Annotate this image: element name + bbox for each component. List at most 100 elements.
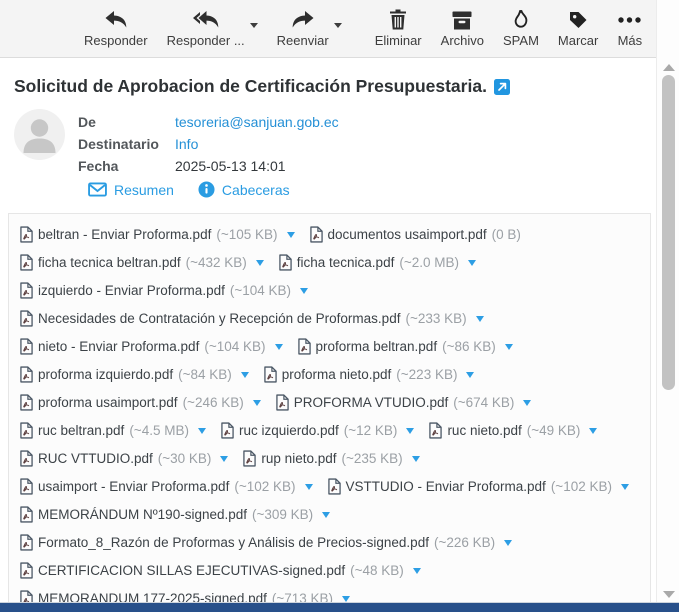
attachment-size: (~674 KB): [453, 395, 514, 410]
attachment-menu-caret-icon[interactable]: [412, 456, 420, 462]
pdf-file-icon: [243, 450, 256, 467]
attachment-item[interactable]: ruc beltran.pdf(~4.5 MB): [20, 422, 206, 439]
attachment-size: (0 B): [492, 227, 521, 242]
attachment-menu-caret-icon[interactable]: [406, 428, 414, 434]
attachment-item[interactable]: nieto - Enviar Proforma.pdf(~104 KB): [20, 338, 283, 355]
attachment-menu-caret-icon[interactable]: [523, 400, 531, 406]
attachment-name[interactable]: RUC VTTUDIO.pdf: [38, 451, 153, 466]
attachment-row: MEMORÁNDUM Nº190-signed.pdf(~309 KB): [20, 500, 639, 528]
attachment-name[interactable]: ruc izquierdo.pdf: [239, 423, 339, 438]
attachment-item[interactable]: usaimport - Enviar Proforma.pdf(~102 KB): [20, 478, 313, 495]
attachment-menu-caret-icon[interactable]: [413, 568, 421, 574]
attachment-name[interactable]: proforma izquierdo.pdf: [38, 367, 173, 382]
dropdown-caret-icon[interactable]: [334, 23, 342, 28]
attachment-item[interactable]: izquierdo - Enviar Proforma.pdf (~104 KB): [20, 282, 308, 299]
scroll-down-arrow-icon[interactable]: [663, 591, 675, 598]
attachment-item[interactable]: ficha tecnica beltran.pdf(~432 KB): [20, 254, 264, 271]
attachment-name[interactable]: ficha tecnica beltran.pdf: [38, 255, 181, 270]
attachment-item[interactable]: ruc izquierdo.pdf (~12 KB): [221, 422, 414, 439]
attachment-menu-caret-icon[interactable]: [621, 484, 629, 490]
attachment-item[interactable]: Necesidades de Contratación y Recepción …: [20, 310, 484, 327]
attachment-item[interactable]: proforma nieto.pdf(~223 KB): [264, 366, 475, 383]
pdf-file-icon: [20, 282, 33, 299]
attachment-menu-caret-icon[interactable]: [476, 316, 484, 322]
attachment-menu-caret-icon[interactable]: [287, 232, 295, 238]
attachment-item[interactable]: ficha tecnica.pdf (~2.0 MB): [279, 254, 476, 271]
attachment-item[interactable]: RUC VTTUDIO.pdf(~30 KB): [20, 450, 228, 467]
attachment-menu-caret-icon[interactable]: [220, 456, 228, 462]
attachment-menu-caret-icon[interactable]: [241, 372, 249, 378]
attachment-name[interactable]: proforma nieto.pdf: [282, 367, 392, 382]
attachment-name[interactable]: proforma beltran.pdf: [316, 339, 438, 354]
attachment-item[interactable]: proforma usaimport.pdf(~246 KB): [20, 394, 261, 411]
attachment-name[interactable]: rup nieto.pdf: [261, 451, 336, 466]
attachment-menu-caret-icon[interactable]: [466, 372, 474, 378]
attachment-item[interactable]: Formato_8_Razón de Proformas y Análisis …: [20, 534, 512, 551]
attachment-menu-caret-icon[interactable]: [589, 428, 597, 434]
attachment-name[interactable]: Formato_8_Razón de Proformas y Análisis …: [38, 535, 429, 550]
sender-address-link[interactable]: tesoreria@sanjuan.gob.ec: [175, 114, 339, 130]
attachment-name[interactable]: VSTTUDIO - Enviar Proforma.pdf: [346, 479, 546, 494]
attachment-item[interactable]: proforma izquierdo.pdf(~84 KB): [20, 366, 249, 383]
attachment-menu-caret-icon[interactable]: [322, 512, 330, 518]
attachment-menu-caret-icon[interactable]: [198, 428, 206, 434]
attachment-name[interactable]: ficha tecnica.pdf: [297, 255, 395, 270]
toolbar-group: Más: [617, 9, 642, 48]
attachment-item[interactable]: rup nieto.pdf(~235 KB): [243, 450, 419, 467]
attachment-name[interactable]: usaimport - Enviar Proforma.pdf: [38, 479, 229, 494]
attachment-menu-caret-icon[interactable]: [504, 540, 512, 546]
attachment-size: (~104 KB): [230, 283, 291, 298]
attachment-size: (~12 KB): [344, 423, 398, 438]
attachment-menu-caret-icon[interactable]: [505, 344, 513, 350]
pdf-file-icon: [20, 450, 33, 467]
attachment-name[interactable]: nieto - Enviar Proforma.pdf: [38, 339, 199, 354]
toolbar-group: Archivo: [441, 9, 484, 48]
attachment-name[interactable]: ruc nieto.pdf: [447, 423, 521, 438]
attachment-item[interactable]: ruc nieto.pdf(~49 KB): [429, 422, 597, 439]
attachment-row: nieto - Enviar Proforma.pdf(~104 KB) prof…: [20, 332, 639, 360]
headers-toggle[interactable]: Cabeceras: [198, 181, 290, 198]
attachment-menu-caret-icon[interactable]: [468, 260, 476, 266]
attachment-menu-caret-icon[interactable]: [275, 344, 283, 350]
toolbar-button-archivo[interactable]: Archivo: [441, 9, 484, 48]
toolbar-button-responder[interactable]: Responder ...: [167, 9, 245, 48]
attachment-item[interactable]: CERTIFICACION SILLAS EJECUTIVAS-signed.p…: [20, 562, 421, 579]
toolbar-button-marcar[interactable]: Marcar: [558, 9, 598, 48]
attachment-row: proforma izquierdo.pdf(~84 KB) proforma n…: [20, 360, 639, 388]
attachment-item[interactable]: documentos usaimport.pdf (0 B): [310, 226, 521, 243]
attachment-menu-caret-icon[interactable]: [253, 400, 261, 406]
attachment-name[interactable]: CERTIFICACION SILLAS EJECUTIVAS-signed.p…: [38, 563, 345, 578]
toolbar-button-reenviar[interactable]: Reenviar: [277, 9, 329, 48]
attachment-name[interactable]: documentos usaimport.pdf: [328, 227, 487, 242]
toolbar-button-más[interactable]: Más: [617, 9, 642, 48]
dropdown-caret-icon[interactable]: [250, 23, 258, 28]
attachment-item[interactable]: VSTTUDIO - Enviar Proforma.pdf(~102 KB): [328, 478, 629, 495]
attachment-item[interactable]: beltran - Enviar Proforma.pdf(~105 KB): [20, 226, 295, 243]
attachment-item[interactable]: proforma beltran.pdf(~86 KB): [298, 338, 513, 355]
recipient-link[interactable]: Info: [175, 136, 198, 152]
attachment-size: (~2.0 MB): [399, 255, 459, 270]
attachment-name[interactable]: proforma usaimport.pdf: [38, 395, 178, 410]
toolbar-button-responder[interactable]: Responder: [84, 9, 148, 48]
attachment-item[interactable]: PROFORMA VTUDIO.pdf (~674 KB): [276, 394, 532, 411]
attachment-row: ruc beltran.pdf(~4.5 MB) ruc izquierdo.pd…: [20, 416, 639, 444]
toolbar-group: Reenviar: [277, 9, 342, 48]
attachment-name[interactable]: izquierdo - Enviar Proforma.pdf: [38, 283, 225, 298]
scroll-up-arrow-icon[interactable]: [663, 64, 675, 71]
attachment-name[interactable]: ruc beltran.pdf: [38, 423, 124, 438]
attachment-name[interactable]: Necesidades de Contratación y Recepción …: [38, 311, 400, 326]
scrollbar-thumb[interactable]: [662, 75, 675, 390]
attachment-menu-caret-icon[interactable]: [256, 260, 264, 266]
summary-toggle[interactable]: Resumen: [88, 181, 174, 198]
external-link-icon[interactable]: [494, 79, 510, 95]
scrollbar[interactable]: [656, 0, 679, 612]
toolbar-button-spam[interactable]: SPAM: [503, 9, 539, 48]
attachment-name[interactable]: beltran - Enviar Proforma.pdf: [38, 227, 211, 242]
attachment-name[interactable]: MEMORÁNDUM Nº190-signed.pdf: [38, 507, 247, 522]
attachment-menu-caret-icon[interactable]: [305, 484, 313, 490]
toolbar-button-eliminar[interactable]: Eliminar: [375, 9, 422, 48]
attachment-item[interactable]: MEMORÁNDUM Nº190-signed.pdf(~309 KB): [20, 506, 330, 523]
attachment-menu-caret-icon[interactable]: [300, 288, 308, 294]
attachment-name[interactable]: PROFORMA VTUDIO.pdf: [294, 395, 449, 410]
window-bottom-bar: [0, 602, 679, 612]
